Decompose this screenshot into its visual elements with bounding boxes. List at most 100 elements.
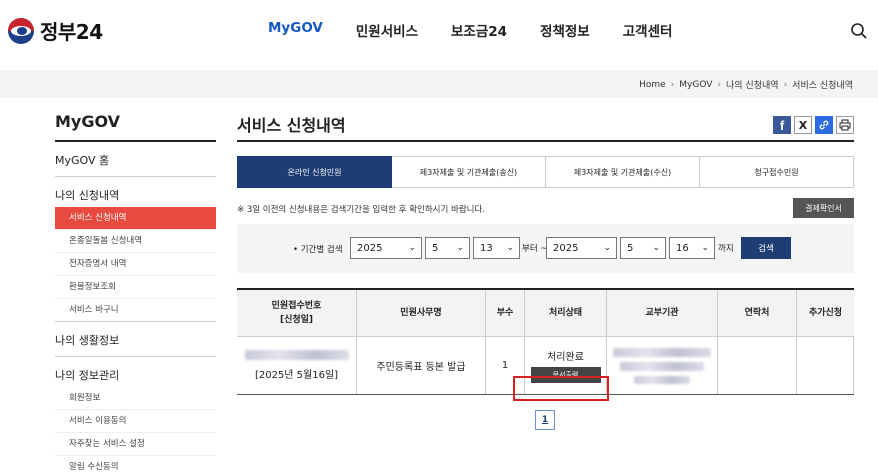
status-text: 처리완료 (547, 352, 584, 363)
sidebar-item-favorite-services[interactable]: 자주찾는 서비스 설정 (55, 433, 216, 456)
to-day-select[interactable]: 16 ⌄ (669, 237, 715, 259)
col-header-service-name: 민원사무명 (357, 290, 486, 336)
sidebar-item-service-basket[interactable]: 서비스 바구니 (55, 299, 216, 322)
from-day-value: 13 (480, 242, 493, 254)
page-title: 서비스 신청내역 (237, 112, 854, 142)
from-month-value: 5 (432, 242, 439, 254)
nav-subsidy24[interactable]: 보조금24 (451, 20, 507, 40)
period-search-filter: • 기간별 검색 2025 ⌄ 5 ⌄ 13 ⌄ 부터 ~ 2025 ⌄ 5 ⌄ (237, 224, 854, 273)
redacted-agency-line-1 (613, 347, 711, 357)
col-header-copies: 부수 (486, 290, 525, 336)
from-text: 부터 ~ (522, 244, 548, 254)
x-icon[interactable]: X (794, 116, 812, 134)
chevron-down-icon: ⌄ (408, 243, 416, 253)
search-button[interactable]: 검색 (741, 237, 791, 259)
pagination-page-1[interactable]: 1 (535, 410, 555, 430)
print-icon[interactable] (836, 116, 854, 134)
nav-policy-info[interactable]: 정책정보 (540, 20, 590, 40)
breadcrumb-my-applications[interactable]: 나의 신청내역 (726, 78, 779, 91)
sidebar-item-notification-consent[interactable]: 알림 수신동의 (55, 456, 216, 474)
col-header-additional-request: 추가신청 (808, 308, 843, 318)
to-year-select[interactable]: 2025 ⌄ (546, 237, 617, 259)
from-year-select[interactable]: 2025 ⌄ (350, 237, 422, 259)
tab-third-party-sent[interactable]: 제3자제출 및 기관제출(송신) (392, 156, 546, 188)
to-month-select[interactable]: 5 ⌄ (620, 237, 666, 259)
applications-table: 민원접수번호 [신청일] 민원사무명 부수 처리상태 교부기관 연락처 추가신청… (237, 288, 854, 401)
breadcrumb-home[interactable]: Home (639, 80, 666, 90)
payment-receipt-button[interactable]: 결제확인서 (793, 198, 854, 218)
nav-mygov[interactable]: MyGOV (268, 20, 323, 40)
share-toolbar: f X (770, 116, 854, 134)
to-day-value: 16 (676, 242, 689, 254)
col-header-date-label: [신청일] (279, 315, 314, 325)
sidebar-item-e-certificates[interactable]: 전자증명서 내역 (55, 253, 216, 276)
chevron-down-icon: ⌄ (506, 243, 514, 253)
cell-issuing-agency (607, 337, 718, 394)
chevron-down-icon: ⌄ (652, 243, 660, 253)
highlight-box (513, 376, 609, 401)
facebook-icon[interactable]: f (773, 116, 791, 134)
taegeuk-icon (8, 17, 34, 44)
from-year-value: 2025 (357, 242, 383, 254)
period-search-label: • 기간별 검색 (293, 245, 343, 255)
tab-claim-received[interactable]: 청구접수민원 (700, 156, 854, 188)
cell-receipt-no: [2025년 5월16일] (237, 337, 357, 394)
tab-bar: 온라인 신청민원 제3자제출 및 기관제출(송신) 제3자제출 및 기관제출(수… (237, 156, 854, 188)
nav-civil-service[interactable]: 민원서비스 (356, 20, 418, 40)
sidebar-item-member-info[interactable]: 회원정보 (55, 387, 216, 410)
table-row: [2025년 5월16일] 주민등록표 등본 발급 1 처리완료 문서출력 (237, 337, 854, 401)
col-header-status: 처리상태 (525, 290, 607, 336)
notice-text: ※ 3일 이전의 신청내용은 검색기간을 입력한 후 확인하시기 바랍니다. (237, 205, 485, 215)
col-header-receipt-no-label: 민원접수번호 (271, 301, 322, 311)
sidebar-sublist-applications: 서비스 신청내역 온종일돌봄 신청내역 전자증명서 내역 환불정보조회 서비스 … (55, 207, 216, 322)
breadcrumb-current: 서비스 신청내역 (792, 81, 853, 91)
redacted-agency-line-2 (620, 361, 704, 371)
sidebar-item-all-day-care[interactable]: 온종일돌봄 신청내역 (55, 230, 216, 253)
search-icon[interactable] (850, 22, 870, 42)
sidebar-item-refund-info[interactable]: 환불정보조회 (55, 276, 216, 299)
page: 정부24 MyGOV 민원서비스 보조금24 정책정보 고객센터 Home › … (0, 0, 878, 474)
gov24-logo[interactable]: 정부24 (8, 16, 103, 45)
redacted-agency-line-3 (634, 375, 690, 384)
site-header: 정부24 MyGOV 민원서비스 보조금24 정책정보 고객센터 (0, 0, 878, 66)
main-content: 서비스 신청내역 f X 온라인 신청민원 제3자제출 및 기관제출(송신) 제… (237, 112, 854, 430)
to-year-value: 2025 (553, 242, 579, 254)
from-day-select[interactable]: 13 ⌄ (473, 237, 520, 259)
col-header-contact: 연락처 (718, 290, 797, 336)
sidebar-item-service-applications[interactable]: 서비스 신청내역 (55, 207, 216, 230)
cell-contact (718, 337, 797, 394)
main-nav: MyGOV 민원서비스 보조금24 정책정보 고객센터 (268, 20, 705, 40)
logo-text: 정부24 (40, 20, 103, 44)
chevron-down-icon: ⌄ (603, 243, 611, 253)
chevron-down-icon: ⌄ (701, 243, 709, 253)
breadcrumb: Home › MyGOV › 나의 신청내역 › 서비스 신청내역 (639, 78, 853, 92)
chevron-right-icon: › (670, 79, 675, 90)
cell-additional-request (797, 337, 854, 394)
sidebar-section-mygov-home[interactable]: MyGOV 홈 (55, 142, 216, 177)
to-text: 까지 (718, 244, 734, 254)
from-month-select[interactable]: 5 ⌄ (425, 237, 470, 259)
to-month-value: 5 (627, 242, 634, 254)
col-header-issuing-agency: 교부기관 (607, 290, 718, 336)
sidebar: MyGOV MyGOV 홈 나의 신청내역 서비스 신청내역 온종일돌봄 신청내… (55, 112, 216, 474)
redacted-receipt-number (244, 350, 349, 360)
link-icon[interactable] (815, 116, 833, 134)
application-date: [2025년 5월16일] (254, 370, 339, 381)
chevron-right-icon: › (783, 79, 788, 90)
sidebar-section-my-applications[interactable]: 나의 신청내역 (55, 177, 216, 207)
chevron-down-icon: ⌄ (456, 243, 464, 253)
breadcrumb-mygov[interactable]: MyGOV (679, 80, 712, 90)
nav-customer-center[interactable]: 고객센터 (623, 20, 673, 40)
tab-third-party-received[interactable]: 제3자제출 및 기관제출(수신) (546, 156, 700, 188)
cell-service-name[interactable]: 주민등록표 등본 발급 (357, 337, 486, 394)
sidebar-title: MyGOV (55, 112, 216, 142)
chevron-right-icon: › (717, 79, 722, 90)
sidebar-sublist-info: 회원정보 서비스 이용동의 자주찾는 서비스 설정 알림 수신동의 (55, 387, 216, 474)
sidebar-section-my-life-info[interactable]: 나의 생활정보 (55, 322, 216, 357)
tab-online-applications[interactable]: 온라인 신청민원 (237, 156, 392, 188)
table-header-row: 민원접수번호 [신청일] 민원사무명 부수 처리상태 교부기관 연락처 추가신청 (237, 290, 854, 337)
col-header-receipt-no: 민원접수번호 [신청일] (237, 290, 357, 336)
sidebar-item-service-consent[interactable]: 서비스 이용동의 (55, 410, 216, 433)
breadcrumb-bar: Home › MyGOV › 나의 신청내역 › 서비스 신청내역 (0, 70, 878, 98)
sidebar-section-my-info[interactable]: 나의 정보관리 (55, 357, 216, 387)
